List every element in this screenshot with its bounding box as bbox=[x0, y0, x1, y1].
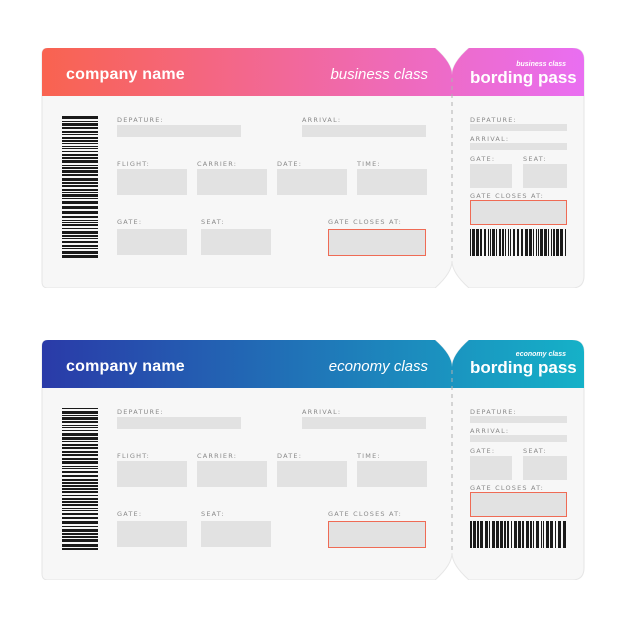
flight-label: FLIGHT: bbox=[117, 160, 151, 168]
stub-seat-field[interactable] bbox=[523, 164, 567, 188]
arrival-label: ARRIVAL: bbox=[302, 116, 342, 124]
departure-field[interactable] bbox=[117, 125, 241, 137]
gate-closes-field[interactable] bbox=[328, 229, 426, 256]
class-label: economy class bbox=[328, 358, 428, 375]
company-name: company name bbox=[66, 358, 185, 375]
gate-closes-label: GATE CLOSES AT: bbox=[328, 218, 402, 226]
departure-label: DEPATURE: bbox=[117, 116, 164, 124]
stub-arrival-label: ARRIVAL: bbox=[470, 135, 510, 143]
time-field[interactable] bbox=[357, 169, 427, 195]
stub-gate-closes-field[interactable] bbox=[470, 492, 567, 517]
vertical-barcode-icon bbox=[62, 116, 98, 263]
stub-title: bording pass bbox=[470, 358, 577, 377]
stub-departure-label: DEPATURE: bbox=[470, 408, 517, 416]
stub-departure-field[interactable] bbox=[470, 416, 567, 423]
carrier-field[interactable] bbox=[197, 169, 267, 195]
time-label: TIME: bbox=[357, 160, 381, 168]
time-label: TIME: bbox=[357, 452, 381, 460]
time-field[interactable] bbox=[357, 461, 427, 487]
boarding-ticket-economy: company name economy class economy class… bbox=[0, 340, 626, 580]
seat-field[interactable] bbox=[201, 521, 271, 547]
stub-arrival-field[interactable] bbox=[470, 435, 567, 442]
vertical-barcode-icon bbox=[62, 408, 98, 555]
gate-label: GATE: bbox=[117, 218, 143, 226]
stub-gate-field[interactable] bbox=[470, 456, 512, 480]
carrier-field[interactable] bbox=[197, 461, 267, 487]
gate-closes-field[interactable] bbox=[328, 521, 426, 548]
stub-gate-closes-label: GATE CLOSES AT: bbox=[470, 192, 544, 200]
gate-label: GATE: bbox=[117, 510, 143, 518]
date-field[interactable] bbox=[277, 461, 347, 487]
arrival-field[interactable] bbox=[302, 417, 426, 429]
seat-field[interactable] bbox=[201, 229, 271, 255]
gate-field[interactable] bbox=[117, 521, 187, 547]
gate-field[interactable] bbox=[117, 229, 187, 255]
stub-seat-label: SEAT: bbox=[523, 447, 547, 455]
boarding-ticket-business: company name business class business cla… bbox=[0, 48, 626, 288]
carrier-label: CARRIER: bbox=[197, 160, 238, 168]
class-label: business class bbox=[330, 66, 428, 83]
flight-label: FLIGHT: bbox=[117, 452, 151, 460]
company-name: company name bbox=[66, 66, 185, 83]
horizontal-barcode-icon bbox=[470, 229, 567, 261]
gate-closes-label: GATE CLOSES AT: bbox=[328, 510, 402, 518]
date-label: DATE: bbox=[277, 452, 303, 460]
stub-gate-closes-label: GATE CLOSES AT: bbox=[470, 484, 544, 492]
stub-gate-field[interactable] bbox=[470, 164, 512, 188]
arrival-label: ARRIVAL: bbox=[302, 408, 342, 416]
departure-field[interactable] bbox=[117, 417, 241, 429]
stub-arrival-label: ARRIVAL: bbox=[470, 427, 510, 435]
stub-arrival-field[interactable] bbox=[470, 143, 567, 150]
stub-class-label: economy class bbox=[515, 351, 566, 358]
stub-departure-field[interactable] bbox=[470, 124, 567, 131]
departure-label: DEPATURE: bbox=[117, 408, 164, 416]
stub-title: bording pass bbox=[470, 68, 577, 87]
stub-seat-label: SEAT: bbox=[523, 155, 547, 163]
carrier-label: CARRIER: bbox=[197, 452, 238, 460]
stub-seat-field[interactable] bbox=[523, 456, 567, 480]
date-label: DATE: bbox=[277, 160, 303, 168]
arrival-field[interactable] bbox=[302, 125, 426, 137]
stub-class-label: business class bbox=[516, 61, 566, 68]
horizontal-barcode-icon bbox=[470, 521, 567, 553]
seat-label: SEAT: bbox=[201, 218, 225, 226]
stub-gate-label: GATE: bbox=[470, 155, 496, 163]
flight-field[interactable] bbox=[117, 169, 187, 195]
date-field[interactable] bbox=[277, 169, 347, 195]
stub-gate-label: GATE: bbox=[470, 447, 496, 455]
flight-field[interactable] bbox=[117, 461, 187, 487]
stub-departure-label: DEPATURE: bbox=[470, 116, 517, 124]
seat-label: SEAT: bbox=[201, 510, 225, 518]
stub-gate-closes-field[interactable] bbox=[470, 200, 567, 225]
